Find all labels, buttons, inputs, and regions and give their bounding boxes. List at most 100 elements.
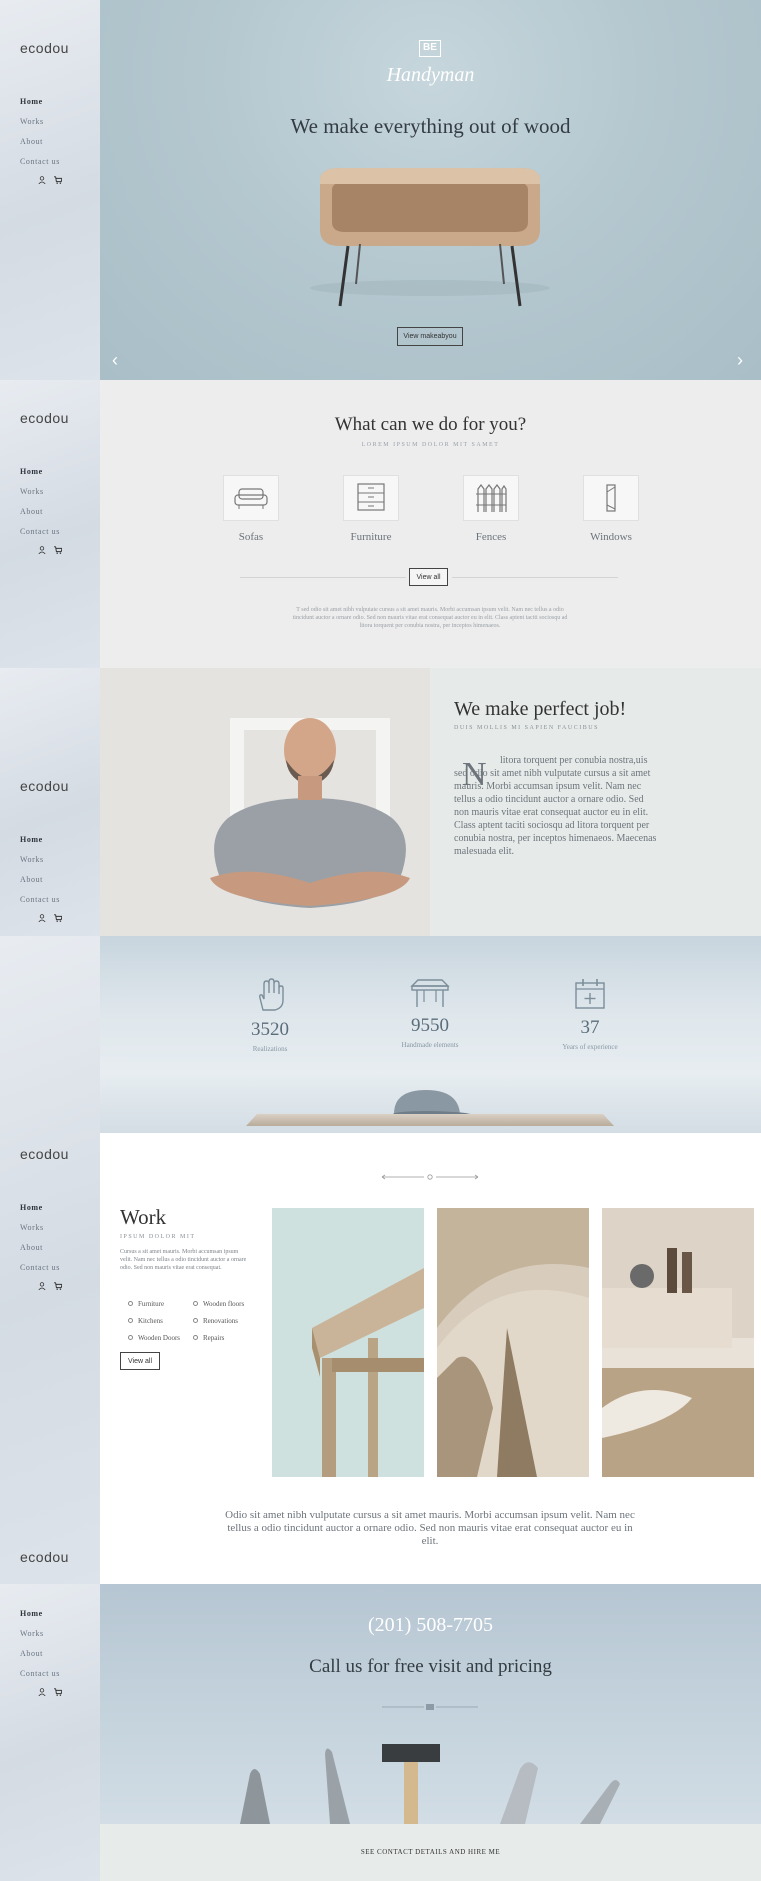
services-section: What can we do for you? LOREM IPSUM DOLO… <box>100 380 761 668</box>
user-icon[interactable] <box>38 1282 46 1290</box>
user-icon[interactable] <box>38 546 46 554</box>
work-paragraph: Odio sit amet nibh vulputate cursus a si… <box>225 1509 635 1547</box>
sidebar-icons <box>38 546 62 554</box>
nav-about[interactable]: About <box>20 1648 60 1668</box>
nav-contact[interactable]: Contact us <box>20 894 60 914</box>
work-description: Cursus a sit amet mauris. Morbi accumsan… <box>120 1249 247 1271</box>
hero-section: BE Handyman We make everything out of wo… <box>100 0 761 380</box>
logo[interactable]: ecodou <box>20 40 69 56</box>
user-icon[interactable] <box>38 176 46 184</box>
service-label: Fences <box>475 531 507 543</box>
user-icon[interactable] <box>38 1688 46 1696</box>
stat-value: 3520 <box>251 1019 289 1040</box>
service-label: Sofas <box>238 531 264 543</box>
list-item[interactable]: Wooden floors <box>193 1295 258 1312</box>
nav: Home Works About Contact us <box>20 96 60 176</box>
brand-badge: BE <box>419 40 441 57</box>
coffee-table-image <box>310 168 550 307</box>
list-item[interactable]: Wooden Doors <box>128 1329 193 1346</box>
nav-home[interactable]: Home <box>20 834 60 854</box>
nav: Home Works About Contact us <box>20 834 60 914</box>
user-icon[interactable] <box>38 914 46 922</box>
hero-title: We make everything out of wood <box>290 114 571 138</box>
service-furniture[interactable]: Furniture <box>341 475 401 543</box>
nav-about[interactable]: About <box>20 506 60 526</box>
cart-icon[interactable] <box>54 1282 62 1290</box>
logo[interactable]: ecodou <box>20 1146 69 1162</box>
view-all-services-button[interactable]: View all <box>409 568 448 586</box>
logo[interactable]: ecodou <box>20 1549 69 1565</box>
gallery-image-table[interactable] <box>272 1208 424 1477</box>
nav-works[interactable]: Works <box>20 854 60 874</box>
contact-section: (201) 508-7705 Call us for free visit an… <box>100 1584 761 1824</box>
about-title: We make perfect job! <box>454 698 627 720</box>
service-label: Furniture <box>350 531 392 543</box>
list-item[interactable]: Renovations <box>193 1312 258 1329</box>
cart-icon[interactable] <box>54 546 62 554</box>
wooden-plank <box>246 1114 614 1126</box>
services-divider-left <box>240 577 406 578</box>
list-item[interactable]: Furniture <box>128 1295 193 1312</box>
handyman-portrait <box>210 718 410 908</box>
nav-contact[interactable]: Contact us <box>20 1262 60 1282</box>
nav-contact[interactable]: Contact us <box>20 526 60 546</box>
services-subtitle: LOREM IPSUM DOLOR MIT SAMET <box>361 442 500 448</box>
logo[interactable]: ecodou <box>20 410 69 426</box>
nav-home[interactable]: Home <box>20 1202 60 1222</box>
service-fences[interactable]: Fences <box>461 475 521 543</box>
stat-value: 37 <box>580 1017 600 1038</box>
cart-icon[interactable] <box>54 176 62 184</box>
work-list: Furniture Wooden floors Kitchens Renovat… <box>128 1295 258 1346</box>
stats-section: 3520 Realizations 9550 Handmade elements… <box>100 936 761 1133</box>
sidebar-icons <box>38 914 62 922</box>
next-arrow-icon[interactable]: › <box>737 350 743 371</box>
nav-contact[interactable]: Contact us <box>20 156 60 176</box>
prev-arrow-icon[interactable]: ‹ <box>112 350 118 371</box>
stat-handmade: 9550 Handmade elements <box>375 978 485 1049</box>
view-more-button[interactable]: View makeabyou <box>397 327 463 346</box>
nav: Home Works About Contact us <box>20 1608 60 1688</box>
nav-home[interactable]: Home <box>20 466 60 486</box>
cap-image <box>393 1090 476 1117</box>
drawer-icon <box>357 483 385 511</box>
cta-title: Call us for free visit and pricing <box>309 1656 552 1677</box>
sidebar-icons <box>38 1282 62 1290</box>
nav-works[interactable]: Works <box>20 486 60 506</box>
view-all-work-button[interactable]: View all <box>120 1352 160 1370</box>
work-subtitle: IPSUM DOLOR MIT <box>120 1234 196 1240</box>
nav-about[interactable]: About <box>20 136 60 156</box>
footer-bar[interactable]: SEE CONTACT DETAILS AND HIRE ME <box>100 1824 761 1881</box>
logo[interactable]: ecodou <box>20 778 69 794</box>
nav-works[interactable]: Works <box>20 1222 60 1242</box>
gallery-image-bentwood[interactable] <box>437 1208 589 1477</box>
sidebar-icons <box>38 176 62 184</box>
nav: Home Works About Contact us <box>20 466 60 546</box>
nav-home[interactable]: Home <box>20 1608 60 1628</box>
about-text: litora torquent per conubia nostra,uis s… <box>454 755 657 857</box>
list-item[interactable]: Repairs <box>193 1329 258 1346</box>
list-item[interactable]: Kitchens <box>128 1312 193 1329</box>
nav-contact[interactable]: Contact us <box>20 1668 60 1688</box>
footer-cta[interactable]: SEE CONTACT DETAILS AND HIRE ME <box>361 1848 500 1856</box>
nav-home[interactable]: Home <box>20 96 60 116</box>
portrait-background <box>100 668 430 936</box>
gallery-image-interior[interactable] <box>602 1208 754 1477</box>
calendar-icon <box>575 979 605 1009</box>
stat-caption: Years of experience <box>562 1043 618 1051</box>
cart-icon[interactable] <box>54 1688 62 1696</box>
hand-icon <box>259 978 284 1011</box>
stat-realizations: 3520 Realizations <box>215 978 325 1053</box>
work-title: Work <box>120 1205 167 1229</box>
nav-works[interactable]: Works <box>20 1628 60 1648</box>
nav-works[interactable]: Works <box>20 116 60 136</box>
stat-caption: Realizations <box>252 1045 288 1053</box>
cart-icon[interactable] <box>54 914 62 922</box>
nav-about[interactable]: About <box>20 1242 60 1262</box>
sidebar-icons <box>38 1688 62 1696</box>
nav-about[interactable]: About <box>20 874 60 894</box>
service-sofas[interactable]: Sofas <box>221 475 281 543</box>
service-windows[interactable]: Windows <box>581 475 641 543</box>
services-divider-right <box>452 577 618 578</box>
sidebar-1: ecodou Home Works About Contact us <box>0 0 100 380</box>
phone-number[interactable]: (201) 508-7705 <box>100 1614 761 1637</box>
